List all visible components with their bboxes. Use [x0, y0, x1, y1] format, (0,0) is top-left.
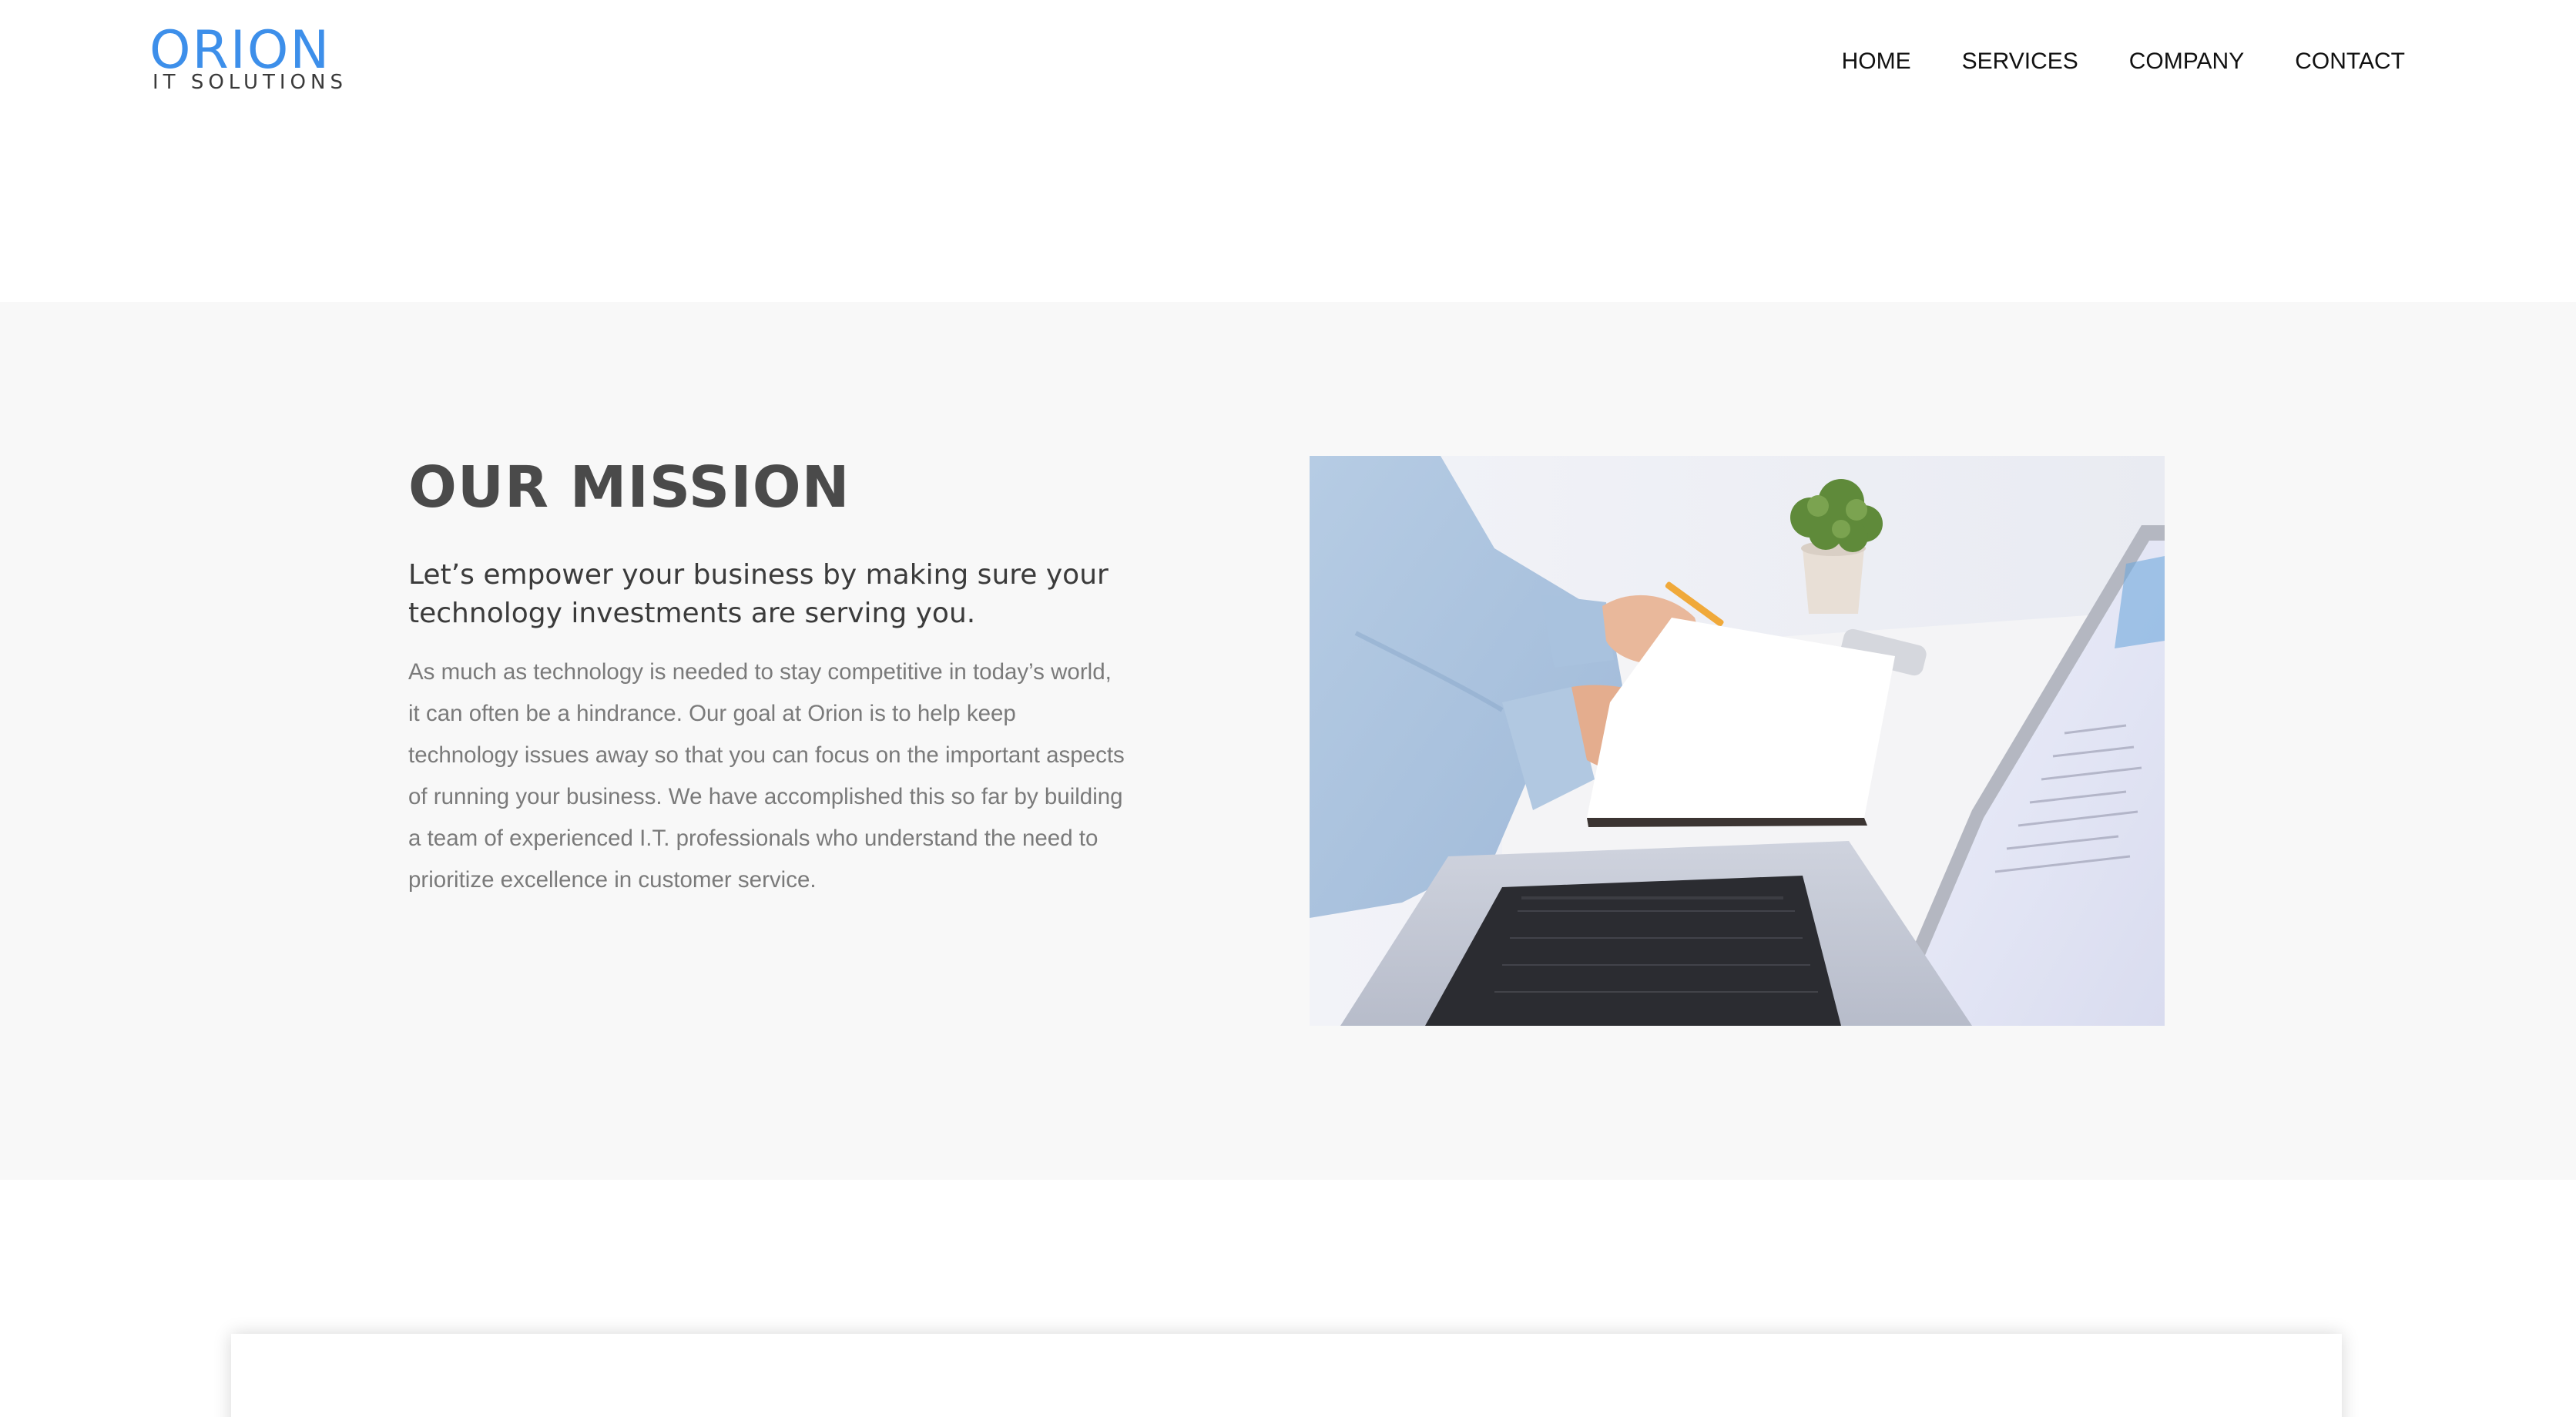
nav-contact[interactable]: CONTACT [2269, 40, 2405, 83]
mission-photo [1310, 456, 2165, 1026]
mission-title: OUR MISSION [408, 454, 850, 521]
logo-wordmark: ORION [149, 20, 331, 81]
mission-section: OUR MISSION Let’s empower your business … [0, 302, 2576, 1180]
orion-logo[interactable]: ORION IT SOLUTIONS [149, 25, 343, 95]
laptop-desk-illustration [1310, 456, 2165, 1026]
mission-text-block: OUR MISSION Let’s empower your business … [408, 459, 1125, 901]
site-header: ORION IT SOLUTIONS HOME SERVICES COMPANY… [0, 0, 2576, 302]
main-nav: HOME SERVICES COMPANY CONTACT [1816, 40, 2405, 83]
nav-services[interactable]: SERVICES [1937, 40, 2104, 83]
mission-body: As much as technology is needed to stay … [408, 659, 1125, 893]
logo-tagline: IT SOLUTIONS [153, 71, 347, 94]
content-card [231, 1334, 2342, 1417]
nav-company[interactable]: COMPANY [2104, 40, 2269, 83]
mission-lead: Let’s empower your business by making su… [408, 559, 1109, 629]
nav-home[interactable]: HOME [1816, 40, 1937, 83]
